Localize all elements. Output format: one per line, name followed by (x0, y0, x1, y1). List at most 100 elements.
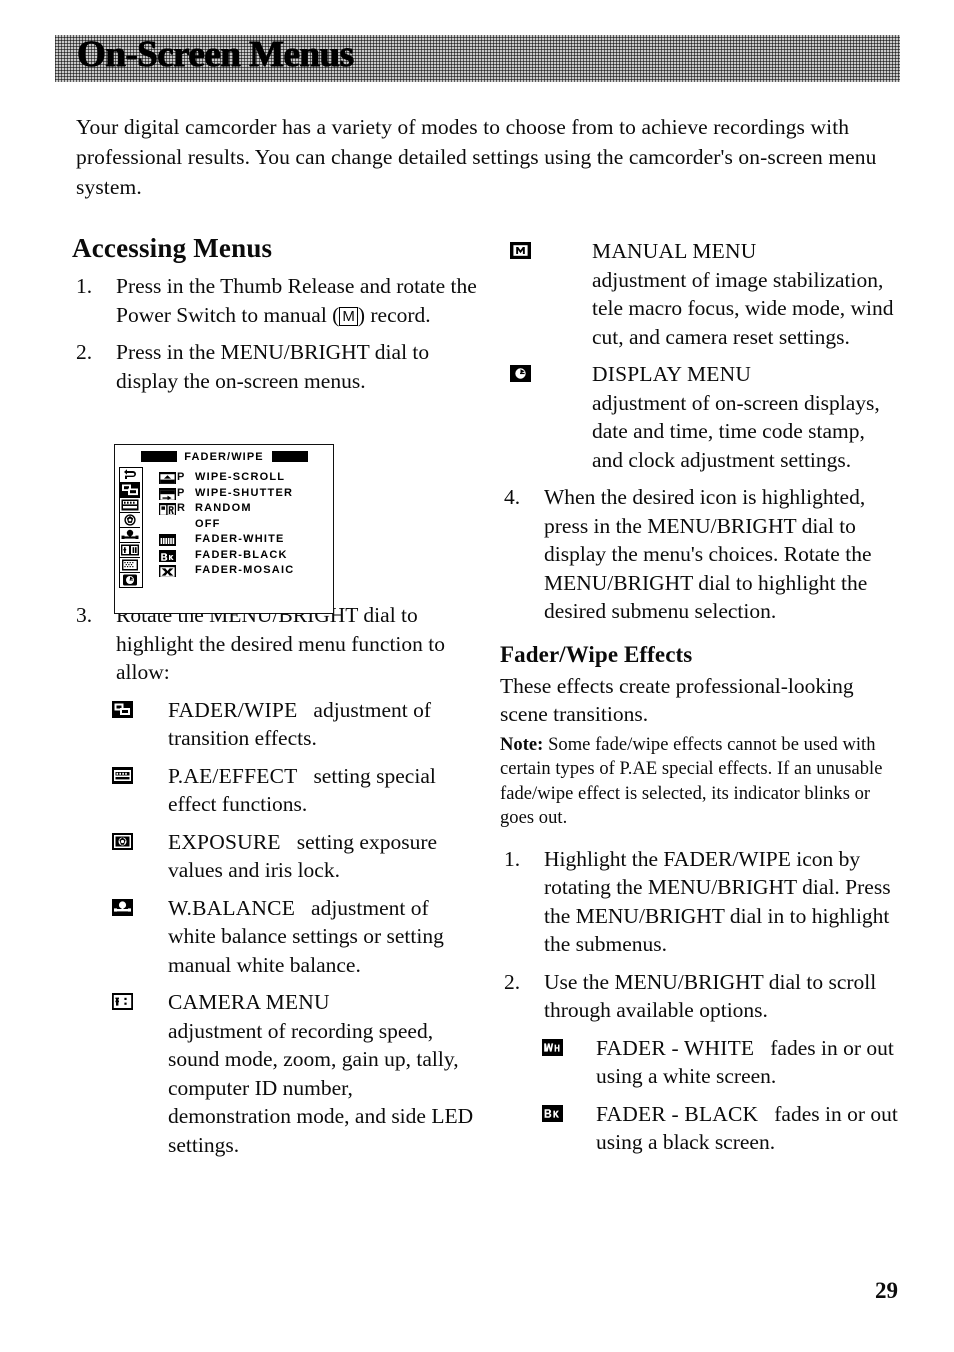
fader-wipe-icon (112, 700, 133, 718)
menu-function-pae-effect: P.AE/EFFECT setting special effect functi… (72, 762, 480, 819)
wipe-scroll-icon (159, 472, 176, 484)
menu-function-desc: adjustment of image stabilization, tele … (592, 267, 894, 349)
accessing-menus-steps: 1. Press in the Thumb Release and rotate… (72, 272, 480, 395)
step-2-number: 2. (76, 340, 93, 364)
menu-function-list: FADER/WIPE adjustment of transition effec… (72, 696, 480, 1160)
lcd-row-label: RANDOM (195, 502, 252, 514)
lcd-row-label: WIPE-SHUTTER (195, 486, 294, 499)
no-icon (159, 519, 176, 531)
step-4-number: 4. (504, 485, 521, 509)
manual-page: On-Screen Menus Your digital camcorder h… (0, 0, 954, 1352)
step-4-text: When the desired icon is highlighted, pr… (544, 485, 872, 623)
lcd-row[interactable]: R RANDOM (159, 502, 329, 518)
menu-function-manual-menu: MANUAL MENU adjustment of image stabiliz… (500, 237, 900, 351)
wipe-shutter-icon (159, 487, 176, 500)
lcd-row-label: FADER-BLACK (195, 548, 288, 561)
page-number: 29 (875, 1278, 898, 1303)
fader-step-1: 1. Highlight the FADER/WIPE icon by rota… (500, 845, 900, 959)
lcd-row[interactable]: P WIPE-SHUTTER (159, 487, 329, 503)
menu-function-display-menu: DISPLAY MENU adjustment of on-screen dis… (500, 360, 900, 474)
fader-option-term: FADER - BLACK (596, 1101, 759, 1126)
fader-mosaic-icon (159, 565, 176, 577)
lcd-row-label: WIPE-SCROLL (195, 471, 286, 483)
menu-function-list-continued: MANUAL MENU adjustment of image stabiliz… (500, 237, 900, 474)
fader-step-1-number: 1. (504, 846, 521, 871)
lcd-sidebar-item-pae-effect-icon[interactable] (120, 498, 140, 513)
lcd-row[interactable]: P WIPE-SCROLL (159, 471, 329, 487)
menu-function-white-balance: W.BALANCE adjustment of white balance set… (72, 894, 480, 980)
fader-wipe-intro: These effects create professional-lookin… (500, 673, 854, 727)
lcd-row[interactable]: FADER-WHITE (159, 533, 329, 549)
fader-black-icon (159, 549, 176, 562)
step-3-text: Rotate the MENU/BRIGHT dial to highlight… (116, 603, 446, 684)
lcd-sidebar-item-fader-wipe-icon[interactable] (120, 483, 140, 498)
right-column: MANUAL MENU adjustment of image stabiliz… (500, 233, 900, 1166)
lcd-sidebar (119, 467, 143, 588)
random-icon (159, 503, 176, 515)
section-heading-accessing-menus: Accessing Menus (72, 233, 273, 263)
menu-function-term: P.AE/EFFECT (168, 763, 298, 788)
exposure-icon (112, 832, 133, 850)
step-2: 2. Press in the MENU/BRIGHT dial to disp… (72, 338, 480, 395)
menu-function-term: W.BALANCE (168, 895, 296, 920)
menu-function-desc: adjustment of recording speed, sound mod… (168, 1018, 474, 1157)
menu-function-camera-menu: CAMERA MENU adjustment of recording spee… (72, 988, 480, 1159)
lcd-row[interactable]: FADER-BLACK (159, 549, 329, 565)
note-label: Note: (500, 734, 544, 755)
lcd-screen-illustration: FADER/WIPE P WIPE-SCROLL P WIPE-SHUTTER … (114, 444, 334, 614)
step-1-number: 1. (76, 274, 93, 298)
accessing-menus-step-4: 4. When the desired icon is highlighted,… (500, 483, 900, 626)
fader-step-2: 2. Use the MENU/BRIGHT dial to scroll th… (500, 968, 900, 1025)
intro-paragraph: Your digital camcorder has a variety of … (76, 115, 877, 199)
menu-function-term: FADER/WIPE (168, 697, 298, 722)
lcd-row-suffix: P (177, 486, 185, 499)
step-3-number: 3. (76, 603, 93, 627)
step-1-text-post: ) record. (357, 302, 431, 327)
step-2-text: Press in the MENU/BRIGHT dial to display… (116, 340, 430, 393)
subsection-heading-fader-wipe-effects: Fader/Wipe Effects (500, 641, 693, 667)
lcd-row-suffix: R (177, 502, 186, 514)
fader-option-black: FADER - BLACK fades in or out using a bla… (500, 1100, 900, 1157)
pae-effect-icon (112, 766, 133, 784)
menu-function-term: MANUAL MENU (592, 239, 757, 263)
menu-function-term: EXPOSURE (168, 829, 281, 854)
fader-white-icon (542, 1038, 563, 1056)
fader-wipe-steps: 1. Highlight the FADER/WIPE icon by rota… (500, 845, 900, 1025)
menu-function-desc: adjustment of on-screen displays, date a… (592, 390, 880, 472)
fader-wipe-note: Note: Some fade/wipe effects cannot be u… (500, 733, 900, 831)
fader-option-term: FADER - WHITE (596, 1035, 755, 1060)
display-menu-icon (510, 365, 531, 382)
menu-function-exposure: EXPOSURE setting exposure values and iris… (72, 828, 480, 885)
lcd-row[interactable]: OFF (159, 518, 329, 534)
lcd-row-suffix: P (177, 471, 185, 483)
menu-function-term: CAMERA MENU (168, 990, 330, 1014)
lcd-option-rows: P WIPE-SCROLL P WIPE-SHUTTER R RANDOM OF… (159, 471, 329, 580)
lcd-sidebar-item-display-menu-icon[interactable] (120, 573, 140, 587)
lcd-sidebar-item-return-icon[interactable] (120, 468, 140, 483)
page-header-banner: On-Screen Menus (55, 35, 900, 82)
lcd-sidebar-item-exposure-icon[interactable] (120, 513, 140, 528)
fader-step-2-number: 2. (504, 969, 521, 994)
fader-black-icon (542, 1104, 563, 1122)
page-title: On-Screen Menus (77, 35, 354, 75)
lcd-sidebar-item-camera-menu-icon[interactable] (120, 543, 140, 558)
fader-step-2-text: Use the MENU/BRIGHT dial to scroll throu… (544, 969, 877, 1023)
note-text: Some fade/wipe effects cannot be used wi… (500, 734, 883, 829)
menu-function-term: DISPLAY MENU (592, 362, 752, 386)
left-column: Accessing Menus 1. Press in the Thumb Re… (72, 233, 480, 1168)
lcd-row-label: FADER-WHITE (195, 533, 285, 545)
lcd-sidebar-item-manual-menu-icon[interactable] (120, 558, 140, 573)
camera-menu-icon (112, 993, 133, 1010)
white-balance-icon (112, 898, 133, 916)
fader-option-list: FADER - WHITE fades in or out using a whi… (500, 1034, 900, 1157)
lcd-row-label: OFF (195, 517, 221, 530)
lcd-row[interactable]: FADER-MOSAIC (159, 564, 329, 580)
manual-mode-glyph: M (339, 306, 358, 326)
menu-function-fader-wipe: FADER/WIPE adjustment of transition effec… (72, 696, 480, 753)
fader-step-1-text: Highlight the FADER/WIPE icon by rotatin… (544, 846, 891, 957)
lcd-sidebar-item-white-balance-icon[interactable] (120, 528, 140, 543)
step-4: 4. When the desired icon is highlighted,… (500, 483, 900, 626)
fader-option-white: FADER - WHITE fades in or out using a whi… (500, 1034, 900, 1091)
fader-white-icon (159, 534, 176, 546)
lcd-screen-title: FADER/WIPE (184, 451, 264, 463)
